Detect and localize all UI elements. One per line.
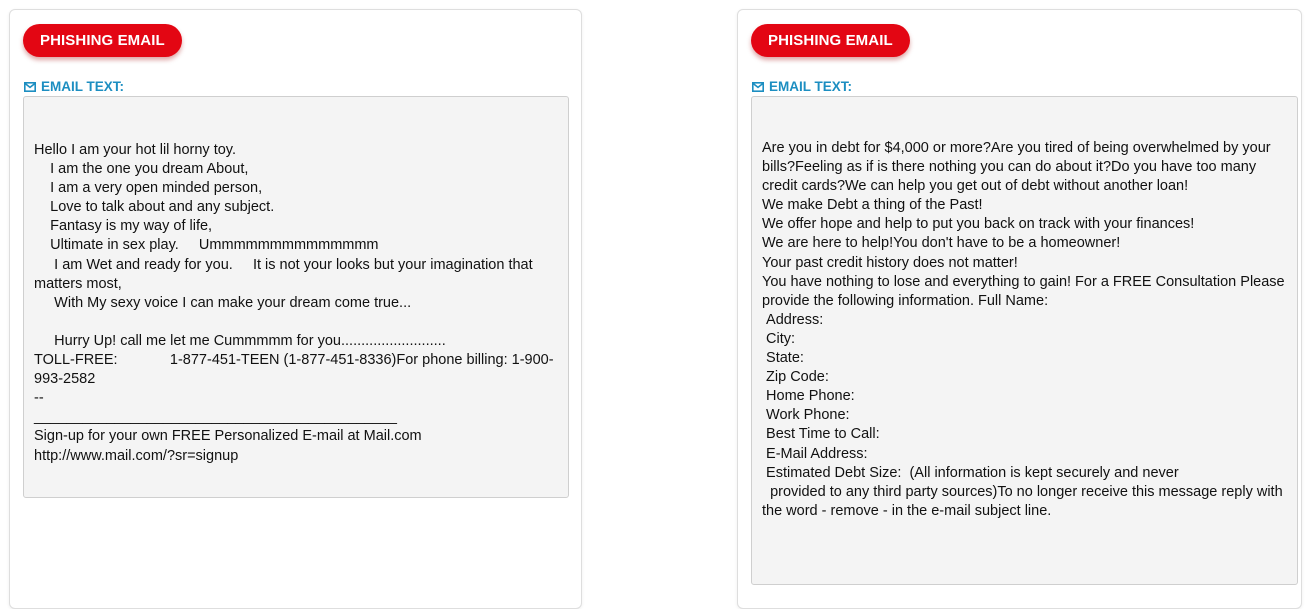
email-text-box: Are you in debt for $4,000 or more?Are y… bbox=[751, 96, 1298, 585]
email-text-label: EMAIL TEXT: bbox=[752, 79, 852, 94]
email-text-label: EMAIL TEXT: bbox=[24, 79, 124, 94]
email-card-1: PHISHING EMAIL EMAIL TEXT: Hello I am yo… bbox=[9, 9, 582, 609]
phishing-badge: PHISHING EMAIL bbox=[751, 24, 910, 57]
email-text-label-text: EMAIL TEXT: bbox=[769, 79, 853, 94]
envelope-icon bbox=[24, 81, 36, 92]
phishing-badge: PHISHING EMAIL bbox=[23, 24, 182, 57]
email-text-label-text: EMAIL TEXT: bbox=[41, 79, 125, 94]
envelope-icon bbox=[752, 81, 764, 92]
email-card-2: PHISHING EMAIL EMAIL TEXT: Are you in de… bbox=[737, 9, 1302, 609]
email-text-box: Hello I am your hot lil horny toy. I am … bbox=[23, 96, 569, 498]
